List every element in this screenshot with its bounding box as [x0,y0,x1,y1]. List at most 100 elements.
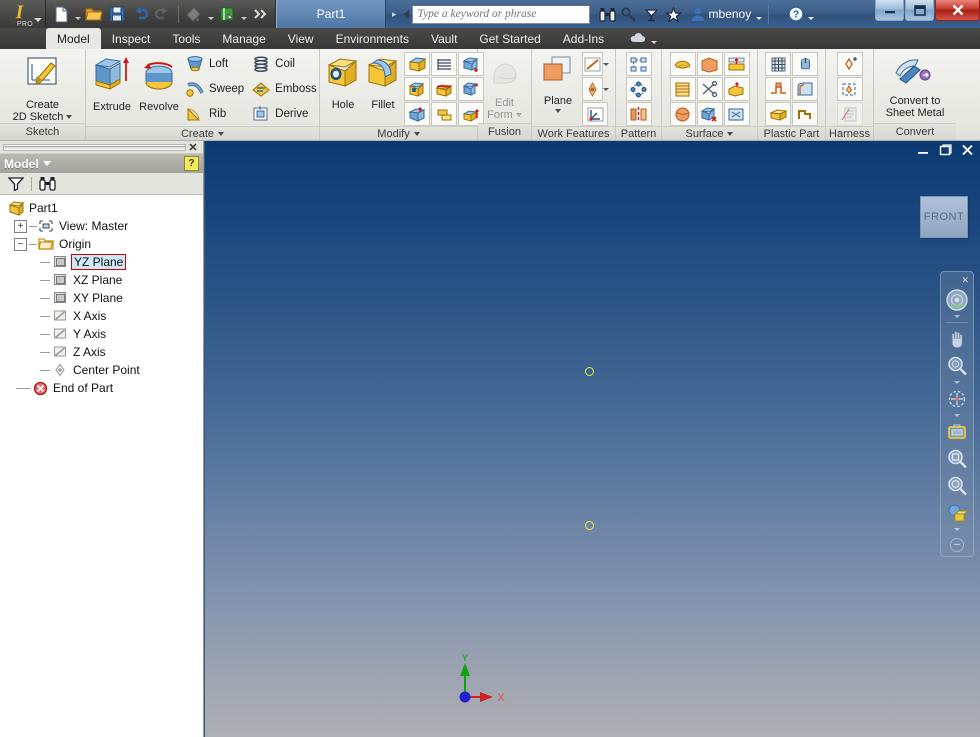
harness-report-icon[interactable] [837,102,863,126]
binoculars-icon[interactable] [598,4,617,24]
zoom-dropdown-icon[interactable] [954,381,960,384]
navbar-menu-icon[interactable]: – [950,538,964,552]
derive-button[interactable]: Derive [250,102,321,126]
tree-item-origin[interactable]: − Origin [4,235,203,253]
rib-button[interactable]: Rib [184,102,248,126]
edit-form-button[interactable]: Edit Form [482,52,527,121]
redo-button[interactable] [152,3,174,25]
help-dropdown-icon[interactable] [806,3,815,25]
browser-help-icon[interactable]: ? [184,156,199,171]
mirror-icon[interactable] [626,102,652,126]
tree-item-yz-plane[interactable]: YZ Plane [4,253,203,271]
tab-add-ins[interactable]: Add-Ins [552,28,615,49]
star-icon[interactable] [664,4,683,24]
hole-button[interactable]: Hole [324,52,362,111]
browser-close-button[interactable]: ✕ [186,141,200,154]
replace-face-icon[interactable] [724,77,750,101]
chevron-down-icon[interactable] [727,132,733,136]
visual-style-icon[interactable] [944,500,970,526]
boss-icon[interactable] [792,52,818,76]
browser-drag-grip[interactable]: ✕ [0,141,203,153]
orbit-dropdown-icon[interactable] [954,414,960,417]
chevron-down-icon[interactable] [218,132,224,136]
tree-item-end-of-part[interactable]: End of Part [4,379,203,397]
more-commands-button[interactable] [249,3,271,25]
new-file-dropdown-icon[interactable] [73,3,82,25]
tab-model[interactable]: Model [46,28,101,49]
document-tab-part1[interactable]: Part1 [276,0,386,28]
patch-icon[interactable] [697,52,723,76]
work-axis-icon[interactable] [582,52,603,76]
work-point-dropdown-icon[interactable] [603,77,609,101]
tab-tools[interactable]: Tools [161,28,211,49]
new-file-button[interactable] [50,3,72,25]
thicken-offset-icon[interactable] [431,102,457,126]
orbit-icon[interactable] [944,386,970,412]
funnel-icon[interactable] [6,175,26,193]
expander-minus-icon[interactable]: − [14,238,27,251]
chevron-down-icon[interactable] [43,161,51,166]
browser-title-bar[interactable]: Model ? [0,153,203,173]
snap-fit-icon[interactable] [792,102,818,126]
tree-item-view-master[interactable]: + View: Master [4,217,203,235]
zoom-all-icon[interactable] [944,473,970,499]
pan-hand-icon[interactable] [944,326,970,352]
rectangular-pattern-icon[interactable] [626,52,652,76]
key-icon[interactable] [620,4,639,24]
place-harness-icon[interactable] [837,77,863,101]
tab-get-started[interactable]: Get Started [468,28,551,49]
sweep-button[interactable]: Sweep [184,77,248,101]
open-file-button[interactable] [83,3,105,25]
cloud-status-button[interactable] [629,27,980,49]
sketch-point-marker[interactable] [585,521,594,530]
plane-button[interactable]: Plane [536,52,580,113]
delete-face-icon[interactable] [404,102,430,126]
create-harness-point-icon[interactable] [837,52,863,76]
ucs-icon[interactable] [582,102,608,126]
view-cube[interactable]: FRONT [920,196,968,238]
search-dropdown-icon[interactable] [401,4,412,24]
chamfer-icon[interactable] [404,52,430,76]
appearance-dropdown-icon[interactable] [206,3,215,25]
thicken-offset-surface-icon[interactable] [670,52,696,76]
sketch-point-marker[interactable] [585,367,594,376]
tab-manage[interactable]: Manage [211,28,276,49]
graphics-viewport[interactable]: FRONT ✕ [205,141,980,737]
trim-icon[interactable] [697,77,723,101]
stitch-icon[interactable] [724,102,750,126]
user-dropdown-icon[interactable] [754,3,763,25]
look-at-icon[interactable] [944,419,970,445]
tree-item-part1[interactable]: Part1 [4,199,203,217]
chevron-down-icon[interactable] [34,18,42,22]
chevron-down-icon[interactable] [555,109,561,113]
fillet-button[interactable]: Fillet [364,52,402,111]
tab-inspect[interactable]: Inspect [101,28,162,49]
circular-pattern-icon[interactable] [626,77,652,101]
zoom-magnifier-icon[interactable] [944,353,970,379]
expander-plus-icon[interactable]: + [14,220,27,233]
tree-item-xy-plane[interactable]: XY Plane [4,289,203,307]
application-menu-button[interactable]: I PRO [0,0,46,28]
extrude-button[interactable]: Extrude [90,52,134,113]
tab-view[interactable]: View [277,28,325,49]
tree-item-x-axis[interactable]: X Axis [4,307,203,325]
coil-button[interactable]: Coil [250,52,321,76]
minimize-button[interactable] [875,0,904,21]
satellite-dish-icon[interactable] [642,4,661,24]
maximize-button[interactable] [905,0,934,21]
close-button[interactable] [935,0,980,21]
tab-vault[interactable]: Vault [420,28,468,49]
extend-icon[interactable] [724,52,750,76]
chevron-down-icon[interactable] [414,132,420,136]
thread-icon[interactable] [431,52,457,76]
cloud-dropdown-icon[interactable] [649,27,658,49]
help-button[interactable]: ? [788,3,815,25]
lip-icon[interactable] [765,102,791,126]
binoculars-icon[interactable] [37,175,57,193]
revolve-button[interactable]: Revolve [136,52,182,113]
create-2d-sketch-button[interactable]: Create 2D Sketch [5,52,81,123]
tab-environments[interactable]: Environments [325,28,420,49]
rest-icon[interactable] [765,77,791,101]
draft-icon[interactable] [404,77,430,101]
rule-fillet-icon[interactable] [792,77,818,101]
